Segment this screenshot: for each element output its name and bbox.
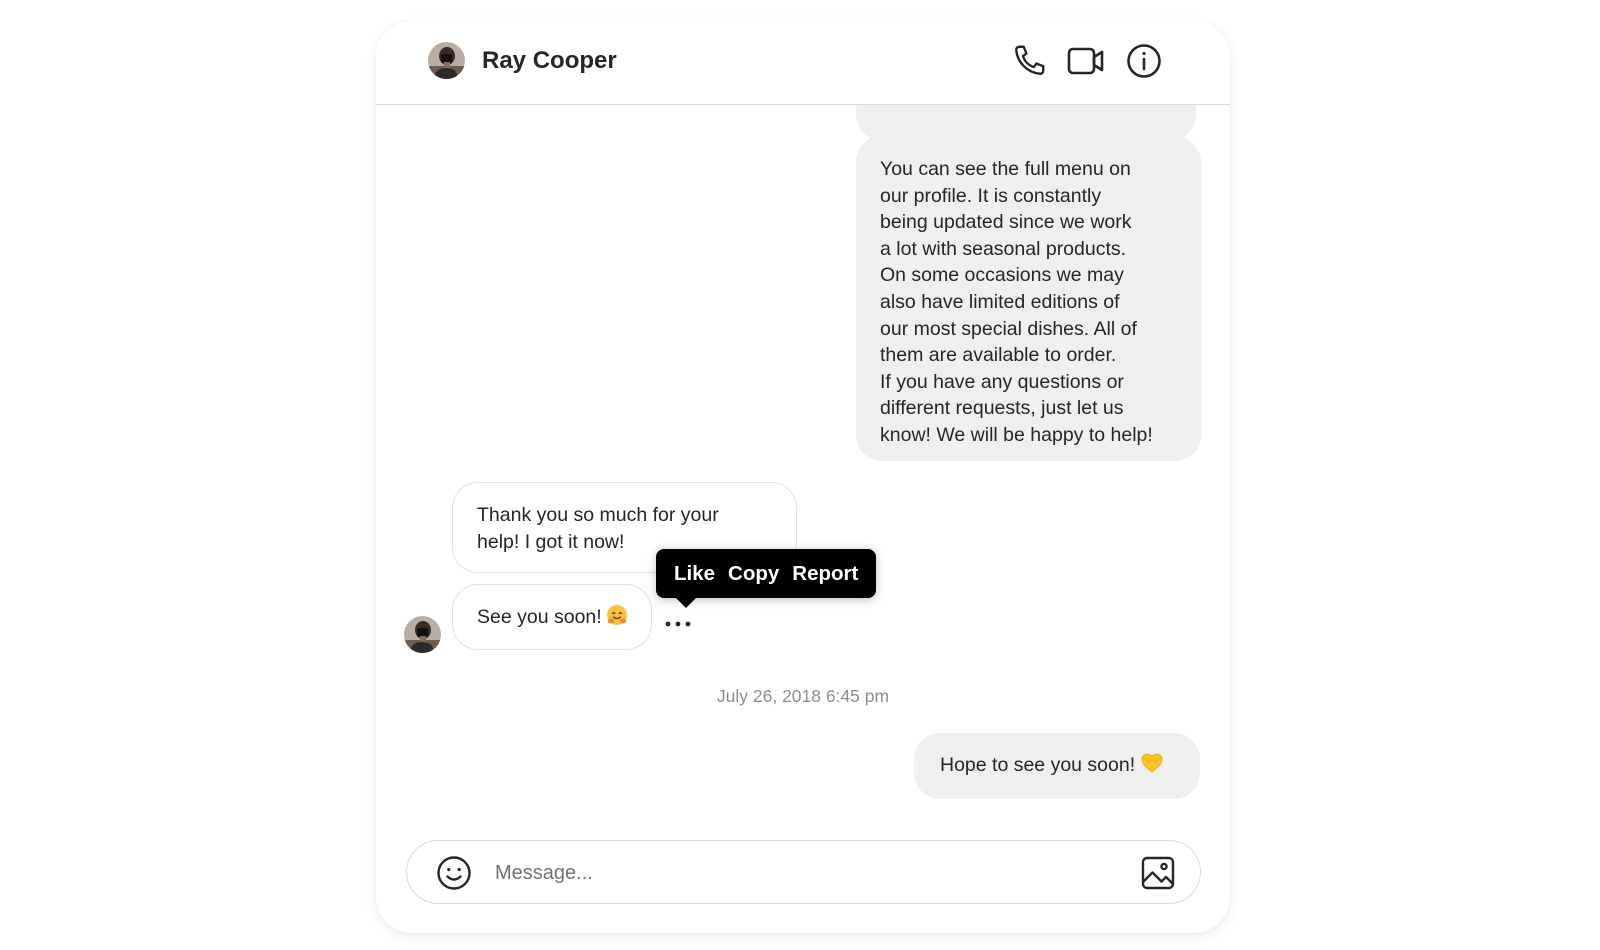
contact-name[interactable]: Ray Cooper xyxy=(482,46,617,76)
report-menu-item[interactable]: Report xyxy=(792,562,858,586)
message-text: See you soon! xyxy=(477,606,602,628)
avatar[interactable] xyxy=(428,42,465,79)
copy-menu-item[interactable]: Copy xyxy=(728,562,779,586)
message-text: Hope to see you soon! xyxy=(940,754,1136,776)
image-icon[interactable] xyxy=(1136,851,1180,895)
message-bubble-outgoing[interactable]: Hope to see you soon! xyxy=(914,733,1200,799)
emoji-icon[interactable] xyxy=(432,851,476,895)
yellow-heart-emoji xyxy=(1141,753,1163,773)
message-bubble-incoming[interactable]: See you soon! xyxy=(452,584,652,650)
hugging-face-emoji xyxy=(606,604,628,626)
video-camera-icon[interactable] xyxy=(1066,41,1106,81)
like-menu-item[interactable]: Like xyxy=(674,562,715,586)
info-icon[interactable] xyxy=(1124,41,1164,81)
message-bubble-outgoing[interactable]: You can see the full menu on our profile… xyxy=(856,136,1201,461)
avatar[interactable] xyxy=(404,616,441,653)
more-options-icon[interactable] xyxy=(660,609,696,639)
chat-window: Ray Cooper You can see the full menu on … xyxy=(376,21,1230,933)
message-composer xyxy=(406,840,1201,904)
chat-header: Ray Cooper xyxy=(376,21,1230,105)
message-timestamp: July 26, 2018 6:45 pm xyxy=(716,686,890,706)
message-input[interactable] xyxy=(495,853,1095,893)
phone-icon[interactable] xyxy=(1009,41,1049,81)
message-context-menu: Like Copy Report xyxy=(656,549,877,608)
